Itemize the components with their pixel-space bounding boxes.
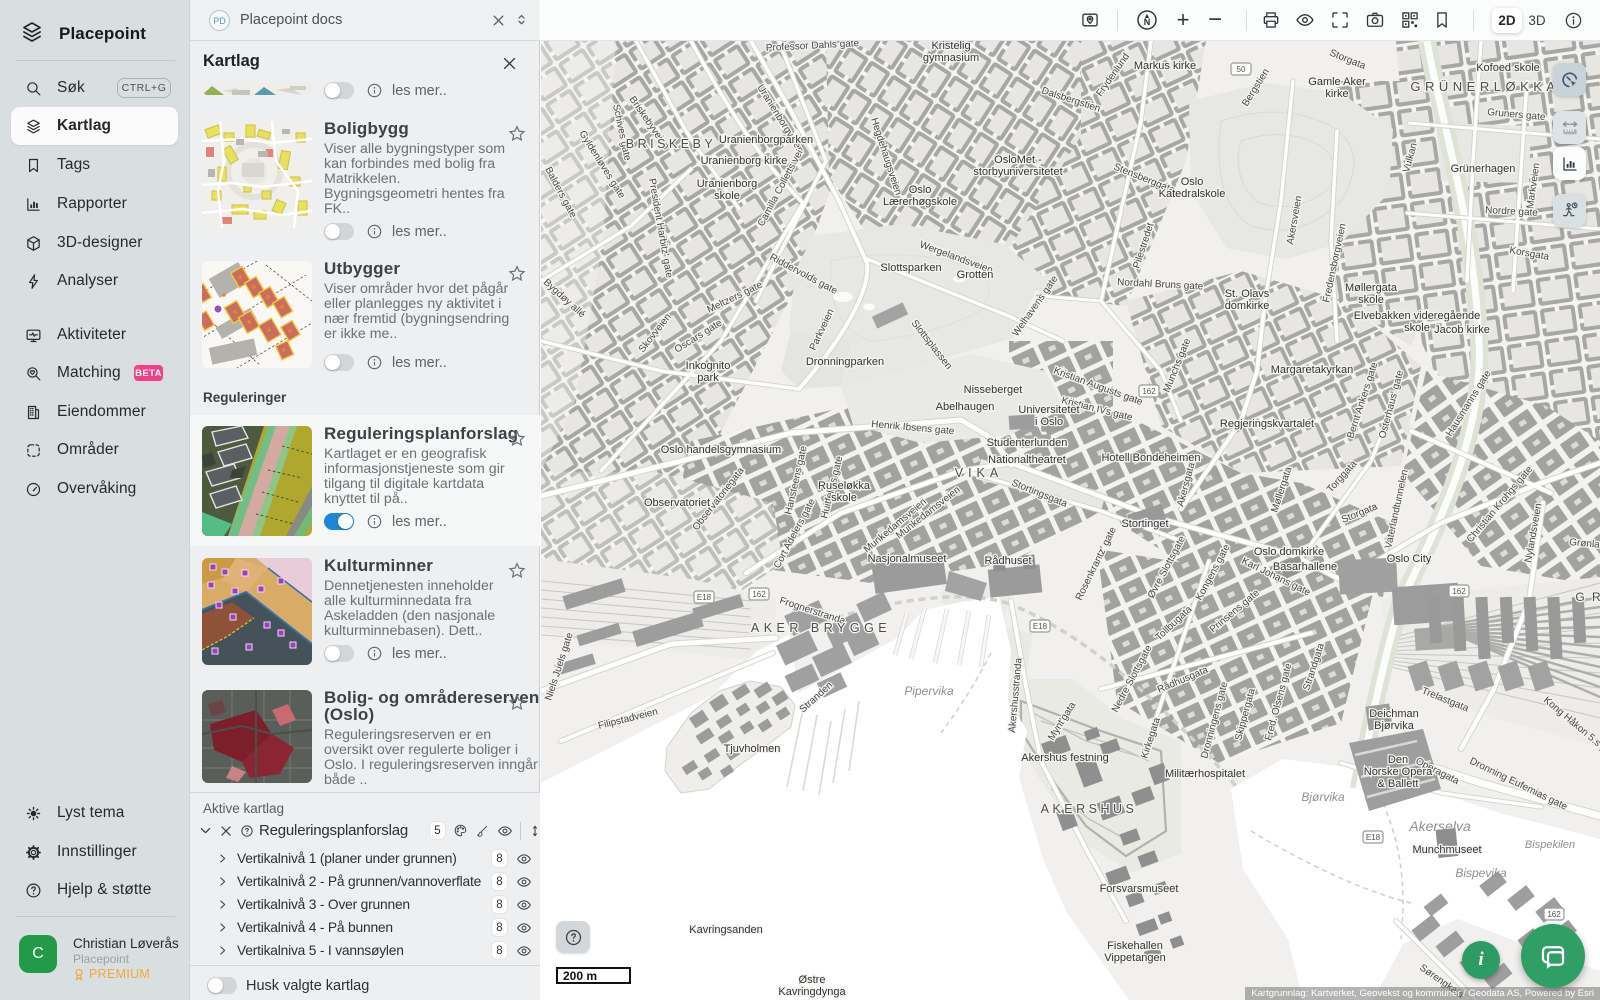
svg-text:Observatoriet: Observatoriet: [644, 497, 710, 509]
svg-text:Kofoed skole: Kofoed skole: [1476, 62, 1540, 74]
svg-text:Munchmuseet: Munchmuseet: [1412, 844, 1481, 856]
svg-text:Akershus festning: Akershus festning: [1021, 752, 1108, 764]
svg-text:Regjeringskvartalet: Regjeringskvartalet: [1220, 418, 1314, 430]
svg-text:Grünerhagen: Grünerhagen: [1451, 163, 1516, 175]
svg-text:BRISKEBY: BRISKEBY: [626, 137, 717, 151]
svg-text:St. Olavsdomkirke: St. Olavsdomkirke: [1225, 288, 1270, 312]
svg-text:FiskehallenVippetangen: FiskehallenVippetangen: [1104, 940, 1166, 964]
svg-text:Basarhallene: Basarhallene: [1273, 561, 1337, 573]
svg-text:Nationaltheatret: Nationaltheatret: [988, 454, 1066, 466]
svg-text:AKERSHUS: AKERSHUS: [1041, 802, 1138, 816]
svg-text:50: 50: [1237, 65, 1246, 74]
svg-text:Bispevika: Bispevika: [1455, 866, 1507, 880]
svg-text:Abelhaugen: Abelhaugen: [936, 401, 995, 413]
svg-text:E18: E18: [697, 593, 712, 602]
svg-text:Pipervika: Pipervika: [904, 684, 954, 698]
svg-text:Tjuvholmen: Tjuvholmen: [724, 743, 781, 755]
svg-text:Jacob kirke: Jacob kirke: [1434, 324, 1490, 336]
svg-text:Akerselva: Akerselva: [1408, 818, 1471, 834]
svg-text:Forsvarsmuseet: Forsvarsmuseet: [1100, 883, 1179, 895]
svg-text:Grotten: Grotten: [957, 269, 994, 281]
svg-text:Oslo City: Oslo City: [1387, 553, 1432, 565]
svg-text:E18: E18: [1033, 622, 1048, 631]
svg-text:Uranienborg kirke: Uranienborg kirke: [701, 155, 788, 167]
svg-text:Kavringsanden: Kavringsanden: [689, 924, 762, 936]
svg-text:Slottsparken: Slottsparken: [880, 262, 941, 274]
svg-text:Militærhospitalet: Militærhospitalet: [1165, 768, 1245, 780]
svg-text:DeichmanBjørvika: DeichmanBjørvika: [1369, 708, 1419, 732]
svg-text:VIKA: VIKA: [955, 466, 1004, 480]
svg-text:Bispekilen: Bispekilen: [1525, 839, 1575, 851]
svg-text:Studenterlunden: Studenterlunden: [987, 437, 1068, 449]
svg-text:Markus kirke: Markus kirke: [1134, 60, 1196, 72]
svg-text:Bjørvika: Bjørvika: [1301, 790, 1345, 804]
svg-text:Rådhuset: Rådhuset: [984, 555, 1031, 567]
svg-text:Dronningparken: Dronningparken: [806, 356, 884, 368]
svg-text:Stortinget: Stortinget: [1121, 518, 1168, 530]
svg-text:162: 162: [1547, 910, 1561, 919]
svg-text:AKER BRYGGE: AKER BRYGGE: [751, 621, 891, 635]
svg-text:Margaretakyrkan: Margaretakyrkan: [1271, 364, 1354, 376]
svg-text:E18: E18: [1366, 833, 1381, 842]
svg-text:Nasjonalmuseet: Nasjonalmuseet: [868, 553, 947, 565]
svg-text:162: 162: [752, 590, 766, 599]
svg-text:162: 162: [1452, 587, 1466, 596]
svg-text:GRÜNERLØKKA: GRÜNERLØKKA: [1410, 79, 1559, 94]
svg-text:Oslo handelsgymnasium: Oslo handelsgymnasium: [661, 444, 781, 456]
svg-text:Uranienborgparken: Uranienborgparken: [719, 134, 813, 146]
svg-text:162: 162: [1142, 387, 1156, 396]
svg-text:Oslo domkirke: Oslo domkirke: [1254, 546, 1324, 558]
svg-text:N: N: [1144, 17, 1151, 27]
svg-text:Hotell Bondeheimen: Hotell Bondeheimen: [1101, 452, 1200, 464]
svg-text:Nisseberget: Nisseberget: [964, 384, 1023, 396]
svg-text:G R: G R: [1575, 590, 1600, 604]
